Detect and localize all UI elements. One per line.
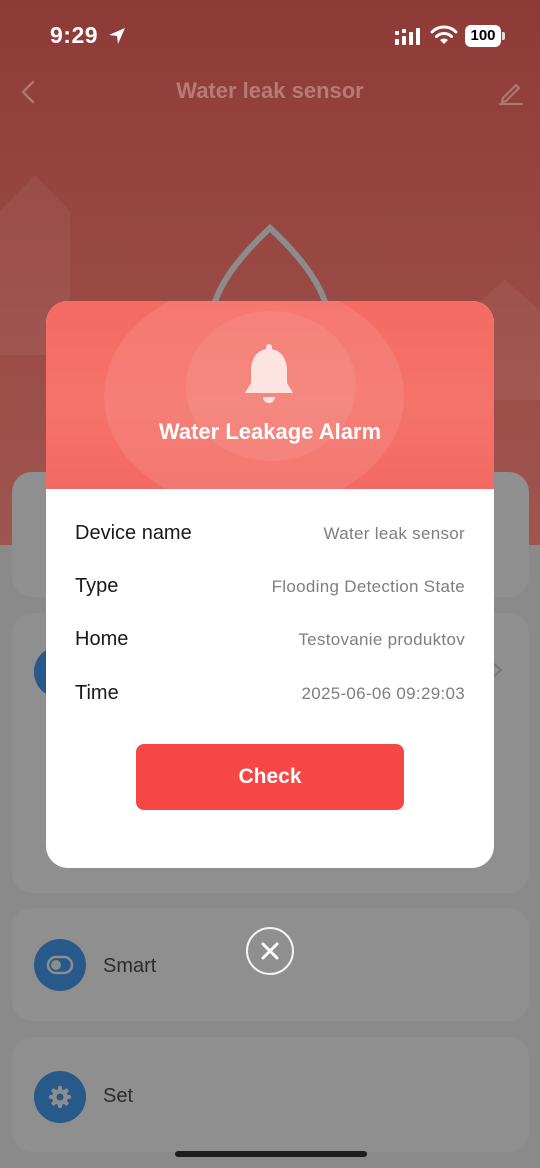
page-title: Water leak sensor	[176, 78, 364, 103]
wifi-icon	[430, 25, 458, 44]
info-row-device-name: Device name Water leak sensor	[75, 519, 465, 549]
info-row-home: Home Testovanie produktov	[75, 625, 465, 655]
info-label: Home	[75, 628, 129, 650]
info-value: Water leak sensor	[323, 524, 465, 543]
gear-icon	[34, 1071, 86, 1123]
alarm-header: Water Leakage Alarm	[46, 301, 494, 489]
status-time: 9:29	[50, 22, 99, 48]
info-label: Type	[75, 575, 119, 597]
battery-icon: 100	[465, 25, 505, 47]
status-bar: 9:29 100	[0, 0, 540, 70]
close-icon	[261, 942, 279, 960]
info-row-type: Type Flooding Detection State	[75, 572, 465, 602]
alarm-title: Water Leakage Alarm	[158, 419, 382, 444]
info-row-time: Time 2025-06-06 09:29:03	[75, 679, 465, 709]
info-label: Device name	[75, 522, 192, 544]
info-value: 2025-06-06 09:29:03	[301, 684, 465, 703]
location-arrow-icon	[109, 28, 125, 44]
check-button[interactable]: Check	[136, 744, 404, 810]
battery-cap	[502, 32, 505, 40]
edit-icon[interactable]	[497, 78, 525, 106]
close-button[interactable]	[246, 927, 294, 975]
smart-label: Smart	[103, 955, 157, 977]
info-value: Testovanie produktov	[298, 630, 465, 649]
toggle-icon	[34, 939, 86, 991]
bell-icon	[245, 344, 293, 403]
set-label: Set	[103, 1085, 134, 1107]
signal-icon	[395, 28, 420, 45]
home-indicator	[175, 1151, 367, 1157]
info-label: Time	[75, 682, 119, 704]
battery-level: 100	[465, 25, 501, 47]
set-card[interactable]: Set	[12, 1037, 529, 1152]
info-value: Flooding Detection State	[271, 577, 465, 596]
navigation-bar: Water leak sensor	[0, 70, 540, 114]
alarm-dialog: Water Leakage Alarm Device name Water le…	[46, 301, 494, 868]
